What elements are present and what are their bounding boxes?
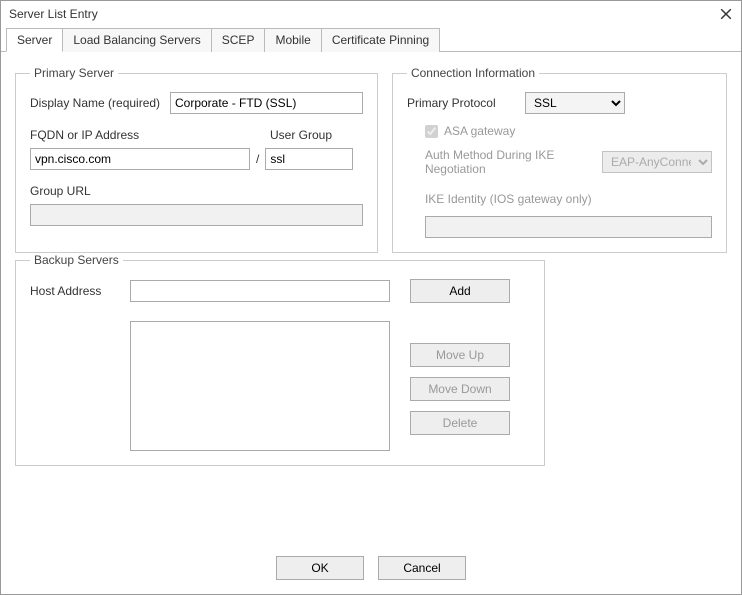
cancel-button[interactable]: Cancel bbox=[378, 556, 466, 580]
tab-scep[interactable]: SCEP bbox=[211, 28, 266, 52]
user-group-label: User Group bbox=[270, 128, 332, 142]
asa-gateway-label: ASA gateway bbox=[444, 124, 515, 138]
server-list-entry-window: Server List Entry Server Load Balancing … bbox=[0, 0, 742, 595]
tab-certificate-pinning[interactable]: Certificate Pinning bbox=[321, 28, 440, 52]
tab-body: Primary Server Display Name (required) F… bbox=[1, 52, 741, 546]
auth-method-label: Auth Method During IKE Negotiation bbox=[425, 148, 592, 176]
primary-server-legend: Primary Server bbox=[30, 66, 118, 80]
move-up-button: Move Up bbox=[410, 343, 510, 367]
window-title: Server List Entry bbox=[9, 7, 98, 21]
ok-button[interactable]: OK bbox=[276, 556, 364, 580]
add-button[interactable]: Add bbox=[410, 279, 510, 303]
asa-gateway-checkbox bbox=[425, 125, 438, 138]
fqdn-label: FQDN or IP Address bbox=[30, 128, 270, 142]
move-down-button: Move Down bbox=[410, 377, 510, 401]
asa-gateway-row: ASA gateway bbox=[407, 124, 712, 138]
fqdn-input[interactable] bbox=[30, 148, 250, 170]
auth-method-select: EAP-AnyConnect bbox=[602, 151, 712, 173]
display-name-input[interactable] bbox=[170, 92, 363, 114]
group-url-input bbox=[30, 204, 363, 226]
close-icon[interactable] bbox=[719, 7, 733, 21]
primary-protocol-select[interactable]: SSL bbox=[525, 92, 625, 114]
dialog-buttons: OK Cancel bbox=[1, 546, 741, 594]
display-name-label: Display Name (required) bbox=[30, 96, 170, 110]
backup-servers-listbox[interactable] bbox=[130, 321, 390, 451]
backup-servers-group: Backup Servers Host Address Add Move Up … bbox=[15, 253, 545, 466]
host-address-label: Host Address bbox=[30, 284, 130, 298]
tabstrip: Server Load Balancing Servers SCEP Mobil… bbox=[1, 27, 741, 52]
host-address-input[interactable] bbox=[130, 280, 390, 302]
ike-identity-input bbox=[425, 216, 712, 238]
backup-servers-legend: Backup Servers bbox=[30, 253, 123, 267]
group-url-label: Group URL bbox=[30, 184, 91, 198]
tab-server[interactable]: Server bbox=[6, 28, 63, 52]
delete-button: Delete bbox=[410, 411, 510, 435]
connection-info-group: Connection Information Primary Protocol … bbox=[392, 66, 727, 253]
fqdn-usergroup-separator: / bbox=[250, 152, 265, 166]
titlebar: Server List Entry bbox=[1, 1, 741, 25]
tab-mobile[interactable]: Mobile bbox=[264, 28, 321, 52]
tab-load-balancing-servers[interactable]: Load Balancing Servers bbox=[62, 28, 211, 52]
connection-info-legend: Connection Information bbox=[407, 66, 539, 80]
primary-protocol-label: Primary Protocol bbox=[407, 96, 515, 110]
primary-server-group: Primary Server Display Name (required) F… bbox=[15, 66, 378, 253]
user-group-input[interactable] bbox=[265, 148, 353, 170]
ike-identity-label: IKE Identity (IOS gateway only) bbox=[425, 192, 592, 206]
